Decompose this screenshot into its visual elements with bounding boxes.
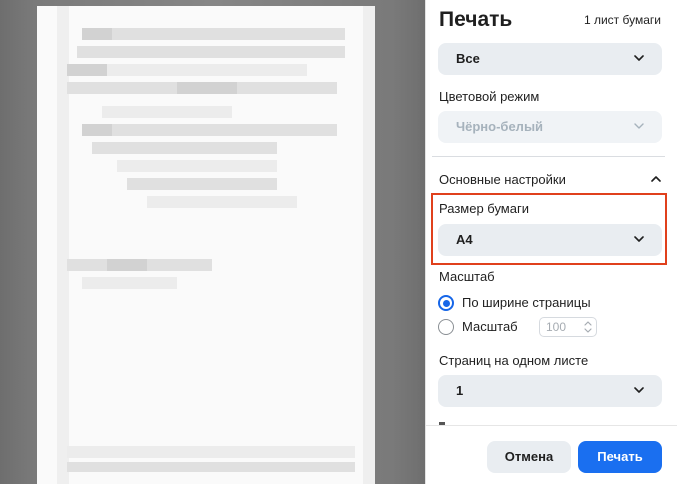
blurred-text-block [77, 46, 345, 58]
color-mode-label: Цветовой режим [439, 89, 540, 104]
section-divider [432, 156, 665, 157]
pages-per-sheet-label: Страниц на одном листе [439, 353, 589, 368]
blurred-text-block [127, 178, 277, 190]
chevron-down-icon [634, 236, 644, 242]
basic-settings-toggle[interactable]: Основные настройки [439, 172, 663, 187]
scale-value: 100 [546, 320, 567, 334]
blurred-text-block [82, 28, 112, 40]
paper-size-label: Размер бумаги [439, 201, 529, 216]
blurred-text-block [102, 106, 232, 118]
radio-unchecked-icon[interactable] [438, 319, 454, 335]
blurred-text-block [82, 124, 337, 136]
page-preview [37, 6, 375, 484]
print-settings-panel: Печать 1 лист бумаги Все Цветовой режим … [426, 0, 677, 484]
print-button[interactable]: Печать [578, 441, 662, 473]
blurred-text-block [82, 124, 112, 136]
scale-label: Масштаб [439, 269, 495, 284]
blurred-text-block [92, 142, 277, 154]
radio-checked-icon[interactable] [438, 295, 454, 311]
pages-per-sheet-value: 1 [456, 383, 464, 398]
scale-option-label: По ширине страницы [462, 295, 591, 310]
pages-select[interactable]: Все [438, 43, 662, 75]
blurred-text-block [82, 277, 177, 289]
scale-value-input[interactable]: 100 [539, 317, 597, 337]
color-mode-select: Чёрно-белый [438, 111, 662, 143]
blurred-text-block [363, 6, 375, 484]
blurred-text-block [57, 6, 69, 484]
chevron-down-icon [634, 123, 644, 129]
chevron-down-icon [634, 387, 644, 393]
footer-divider [426, 425, 677, 426]
pages-select-value: Все [456, 51, 480, 66]
panel-title: Печать [439, 8, 513, 31]
print-preview-area [0, 0, 426, 484]
blurred-text-block [107, 259, 147, 271]
blurred-text-block [82, 28, 345, 40]
pages-per-sheet-select[interactable]: 1 [438, 375, 662, 407]
blurred-text-block [67, 64, 107, 76]
blurred-text-block [147, 196, 297, 208]
paper-size-select[interactable]: A4 [438, 224, 662, 256]
cancel-button[interactable]: Отмена [487, 441, 571, 473]
stepper-icon[interactable] [584, 320, 592, 334]
chevron-down-icon [634, 55, 644, 61]
blurred-text-block [177, 82, 237, 94]
paper-size-value: A4 [456, 232, 473, 247]
scale-option-label: Масштаб [462, 319, 518, 334]
color-mode-value: Чёрно-белый [456, 119, 544, 134]
blurred-text-block [117, 160, 277, 172]
chevron-up-icon [651, 176, 661, 182]
blurred-text-block [67, 446, 355, 458]
sheet-count: 1 лист бумаги [583, 13, 661, 27]
blurred-text-block [67, 462, 355, 472]
basic-settings-label: Основные настройки [439, 172, 566, 187]
